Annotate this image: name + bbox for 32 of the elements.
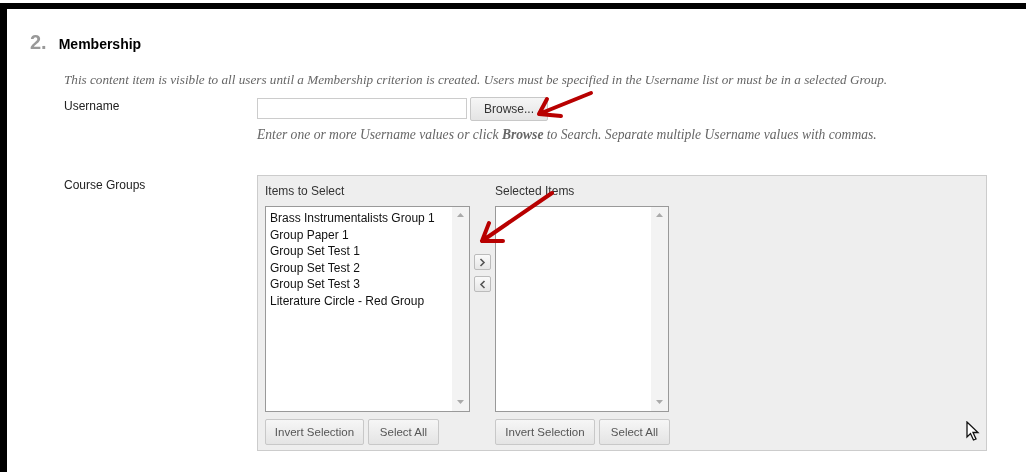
- scroll-up-icon[interactable]: [457, 213, 464, 217]
- list-item[interactable]: Group Paper 1: [270, 226, 452, 244]
- list-action-button[interactable]: Invert Selection: [265, 419, 364, 445]
- field-hint: Enter one or more Username values or click Browse to Search. Separate multiple Username values with commas.: [257, 127, 877, 143]
- move-right-button[interactable]: [474, 254, 491, 270]
- scrollbar[interactable]: [651, 207, 668, 411]
- browse-button[interactable]: Browse...: [470, 97, 548, 121]
- list-action-button[interactable]: Select All: [368, 419, 439, 445]
- scroll-up-icon[interactable]: [656, 213, 663, 217]
- list-item[interactable]: Group Set Test 3: [270, 276, 452, 293]
- list-item[interactable]: Literature Circle - Red Group: [270, 292, 452, 310]
- scrollbar[interactable]: [452, 207, 469, 411]
- list-box[interactable]: [495, 206, 669, 412]
- scroll-down-icon[interactable]: [656, 400, 663, 404]
- move-left-button[interactable]: [474, 276, 491, 292]
- list-item[interactable]: Brass Instrumentalists Group 1: [270, 210, 452, 227]
- section-title: Membership: [58, 36, 142, 52]
- chevron-right-icon: [479, 257, 486, 267]
- list-box[interactable]: Brass Instrumentalists Group 1 Group Paper 1 Group Set Test 1 Group Set Test 2 Group Set Test 3 Literature Circle - Red Group: [265, 206, 470, 412]
- list-action-button[interactable]: Select All: [599, 419, 670, 445]
- field-label: Username: [64, 98, 121, 115]
- list-item[interactable]: Group Set Test 1: [270, 243, 452, 260]
- chevron-left-icon: [479, 279, 486, 289]
- list-action-button[interactable]: Invert Selection: [495, 419, 595, 445]
- list-item[interactable]: Group Set Test 2: [270, 259, 452, 277]
- mouse-cursor-icon: [966, 421, 980, 441]
- step-number: 2.: [30, 31, 47, 54]
- section-description: This content item is visible to all users until a Membership criterion is created. Users must be specified in the Username list or must be in a selected Group.: [64, 72, 889, 88]
- scroll-down-icon[interactable]: [457, 400, 464, 404]
- username-field[interactable]: [257, 98, 467, 119]
- field-label: Course Groups: [64, 177, 147, 194]
- list-title: Items to Select: [265, 183, 346, 199]
